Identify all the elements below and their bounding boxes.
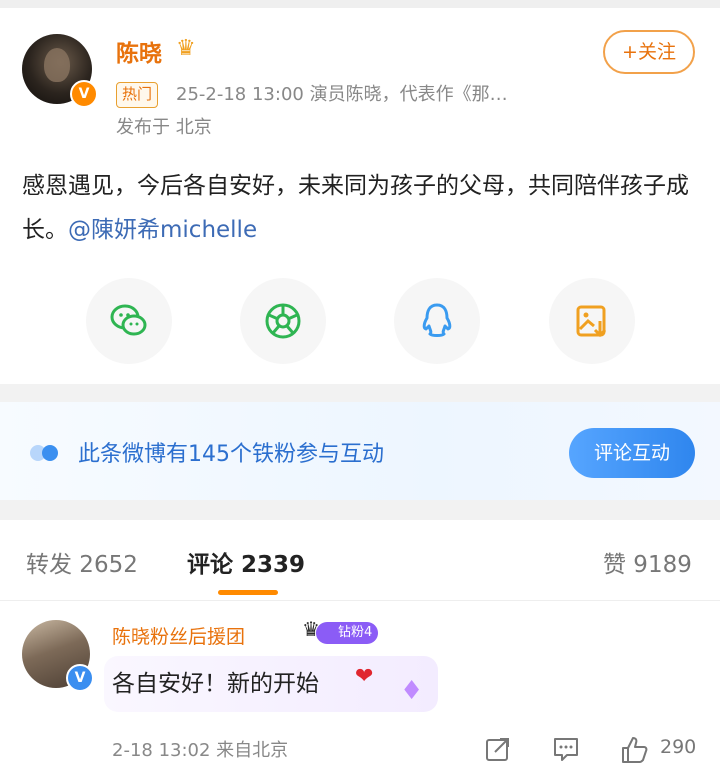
like-icon[interactable] — [620, 736, 648, 768]
qq-icon — [422, 303, 452, 337]
tabs-divider — [0, 600, 720, 601]
post-location: 发布于 北京 — [116, 117, 212, 138]
wechat-icon — [110, 304, 147, 336]
verified-badge-icon: V — [66, 664, 94, 692]
tab-repost[interactable]: 转发 2652 — [26, 545, 138, 579]
status-strip — [0, 0, 720, 8]
commenter-name[interactable]: 陈晓粉丝后援团 — [112, 622, 245, 649]
section-divider — [0, 384, 720, 402]
tab-likes[interactable]: 赞 9189 — [603, 545, 692, 579]
diamond-decoration-icon: ♦ — [400, 676, 424, 706]
section-divider — [0, 500, 720, 520]
comment-icon[interactable] — [553, 736, 579, 766]
vip-crown-icon: ♛ — [176, 36, 196, 61]
fan-crown-icon: ♛ — [302, 617, 320, 641]
heart-emoji-icon: ❤ — [355, 664, 374, 689]
comment-time: 2-18 13:02 来自北京 — [112, 740, 289, 761]
share-moments-button[interactable] — [240, 278, 326, 364]
toggle-dots-icon — [28, 442, 62, 468]
active-tab-indicator — [218, 590, 278, 595]
hot-tag: 热门 — [116, 82, 159, 108]
follow-button[interactable]: +关注 — [603, 30, 695, 74]
fan-level-label: 钻粉4 — [338, 625, 373, 640]
comment-text: 各自安好！新的开始 — [112, 671, 319, 697]
like-count: 290 — [660, 736, 697, 758]
tab-comments[interactable]: 评论 2339 — [187, 545, 305, 579]
fans-banner-text: 此条微博有145个铁粉参与互动 — [78, 442, 384, 467]
moments-icon — [265, 303, 301, 339]
repost-icon[interactable] — [485, 736, 511, 766]
comment-interact-button[interactable]: 评论互动 — [569, 428, 695, 478]
save-image-button[interactable] — [549, 278, 635, 364]
mention-link[interactable]: @陳妍希michelle — [68, 217, 257, 243]
author-name[interactable]: 陈晓 — [116, 34, 162, 68]
share-wechat-button[interactable] — [86, 278, 172, 364]
fan-level-badge: ♛ 钻粉4 — [302, 618, 379, 644]
post-meta: 25-2-18 13:00 演员陈晓，代表作《那… — [176, 84, 508, 105]
save-image-icon — [576, 305, 607, 338]
post-text: 感恩遇见，今后各自安好，未来同为孩子的父母，共同陪伴孩子成长。@陳妍希miche… — [22, 164, 702, 252]
share-qq-button[interactable] — [394, 278, 480, 364]
verified-badge-icon: V — [70, 80, 98, 108]
